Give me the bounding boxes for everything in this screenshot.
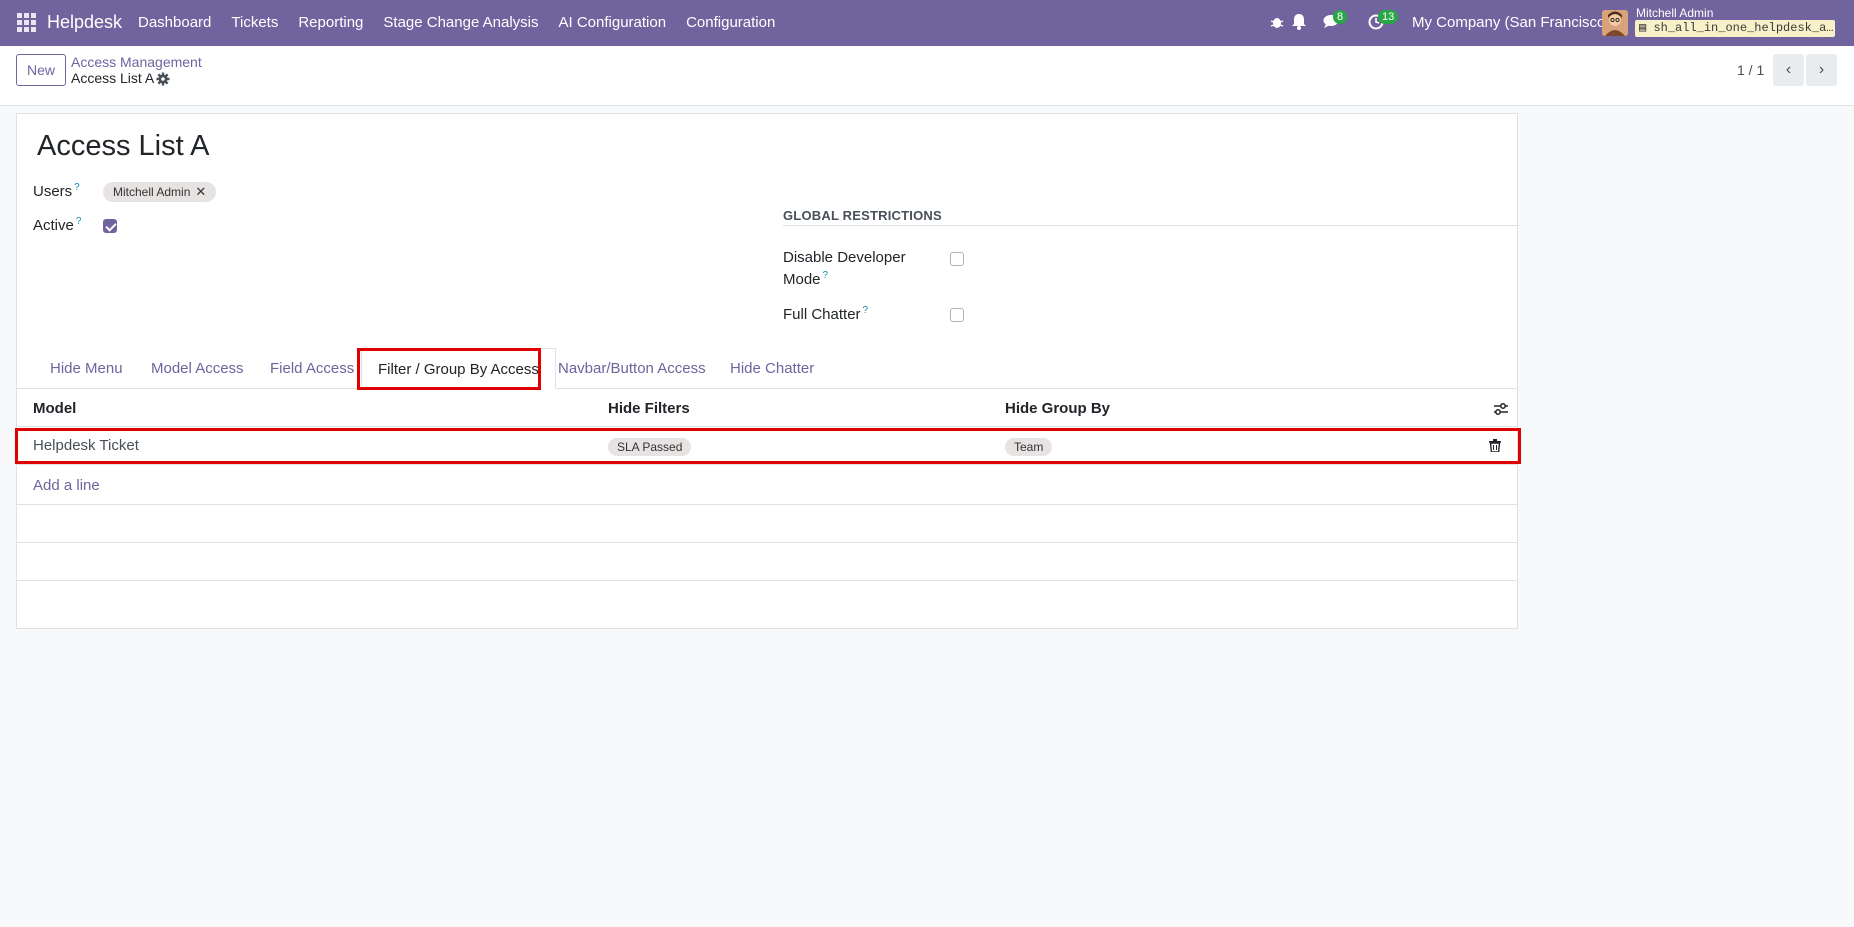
disable-dev-mode-label: Mode?: [783, 270, 828, 288]
tab-filter-group-by-access[interactable]: Filter / Group By Access: [361, 348, 556, 389]
pager-previous-button[interactable]: ‹: [1773, 54, 1804, 86]
optional-columns-icon[interactable]: [1493, 402, 1509, 416]
menu-configuration[interactable]: Configuration: [676, 14, 785, 31]
disable-dev-mode-label-line2: Mode: [783, 271, 821, 288]
chevron-left-icon: ‹: [1785, 61, 1792, 78]
help-icon[interactable]: ?: [74, 182, 80, 193]
breadcrumb-current: Access List A: [71, 70, 155, 86]
row-divider: [17, 542, 1517, 543]
tab-field-access[interactable]: Field Access: [270, 348, 354, 389]
record-title[interactable]: Access List A: [37, 130, 209, 163]
database-name-tag: ▤ sh_all_in_one_helpdesk_a…: [1635, 20, 1835, 37]
menu-dashboard[interactable]: Dashboard: [128, 14, 221, 31]
tab-hide-menu[interactable]: Hide Menu: [50, 348, 123, 389]
global-restrictions-title: GLOBAL RESTRICTIONS: [783, 208, 942, 223]
activity-count-badge: 13: [1378, 10, 1399, 24]
row-divider: [17, 580, 1517, 581]
column-header-hide-filters[interactable]: Hide Filters: [608, 400, 690, 417]
menu-tickets[interactable]: Tickets: [221, 14, 288, 31]
form-sheet: Access List A Users? Mitchell Admin ✕ Act…: [16, 113, 1519, 629]
section-divider: [783, 225, 1519, 226]
menu-stage-change-analysis[interactable]: Stage Change Analysis: [373, 14, 548, 31]
database-name: sh_all_in_one_helpdesk_a…: [1653, 21, 1834, 35]
disable-dev-mode-label-line1: Disable Developer: [783, 249, 906, 266]
notebook-tabs: Hide Menu Model Access Field Access Filt…: [17, 348, 1517, 389]
breadcrumb-parent[interactable]: Access Management: [71, 54, 202, 70]
column-header-model[interactable]: Model: [33, 400, 76, 417]
help-icon[interactable]: ?: [823, 270, 829, 281]
full-chatter-label-text: Full Chatter: [783, 306, 861, 323]
chevron-right-icon: ›: [1818, 61, 1825, 78]
new-button[interactable]: New: [16, 54, 66, 86]
company-switcher[interactable]: My Company (San Francisco): [1412, 14, 1610, 31]
app-brand[interactable]: Helpdesk: [47, 12, 122, 33]
row-divider: [17, 504, 1517, 505]
user-tag-label: Mitchell Admin: [113, 185, 191, 199]
bell-icon[interactable]: [1291, 13, 1307, 30]
main-menu: Dashboard Tickets Reporting Stage Change…: [128, 14, 785, 31]
users-label-text: Users: [33, 183, 73, 200]
active-label-text: Active: [33, 217, 74, 234]
tab-navbar-button-access[interactable]: Navbar/Button Access: [558, 348, 706, 389]
messages-count-badge: 8: [1333, 10, 1348, 24]
user-avatar[interactable]: [1602, 10, 1628, 36]
pager-next-button[interactable]: ›: [1806, 54, 1837, 86]
tab-hide-chatter[interactable]: Hide Chatter: [730, 348, 814, 389]
user-name[interactable]: Mitchell Admin: [1636, 6, 1713, 20]
group-by-tag[interactable]: Team: [1005, 438, 1053, 456]
help-icon[interactable]: ?: [863, 305, 869, 316]
users-label: Users?: [33, 182, 80, 200]
top-navbar: Helpdesk Dashboard Tickets Reporting Sta…: [0, 0, 1854, 46]
debug-bug-icon[interactable]: [1270, 15, 1284, 29]
database-icon: ▤: [1639, 21, 1647, 35]
cell-model[interactable]: Helpdesk Ticket: [33, 437, 139, 454]
user-tag[interactable]: Mitchell Admin ✕: [103, 182, 217, 202]
trash-icon[interactable]: [1489, 439, 1501, 452]
active-checkbox[interactable]: [103, 219, 117, 233]
menu-reporting[interactable]: Reporting: [288, 14, 373, 31]
add-a-line-link[interactable]: Add a line: [33, 477, 100, 494]
help-icon[interactable]: ?: [76, 216, 82, 227]
gear-icon[interactable]: [156, 72, 170, 86]
tab-model-access[interactable]: Model Access: [151, 348, 244, 389]
active-label: Active?: [33, 216, 81, 234]
disable-dev-mode-checkbox[interactable]: [950, 252, 964, 266]
remove-tag-icon[interactable]: ✕: [195, 184, 206, 199]
menu-ai-configuration[interactable]: AI Configuration: [549, 14, 677, 31]
full-chatter-label: Full Chatter?: [783, 305, 868, 323]
header-divider: [17, 426, 1517, 427]
row-divider: [17, 464, 1517, 465]
full-chatter-checkbox[interactable]: [950, 308, 964, 322]
column-header-hide-group-by[interactable]: Hide Group By: [1005, 400, 1110, 417]
control-panel: New Access Management Access List A 1 / …: [0, 46, 1854, 106]
filter-tag[interactable]: SLA Passed: [608, 438, 692, 456]
pager-value[interactable]: 1 / 1: [1737, 62, 1764, 78]
apps-menu-icon[interactable]: [17, 13, 36, 32]
avatar-portrait-icon: [1602, 10, 1628, 36]
